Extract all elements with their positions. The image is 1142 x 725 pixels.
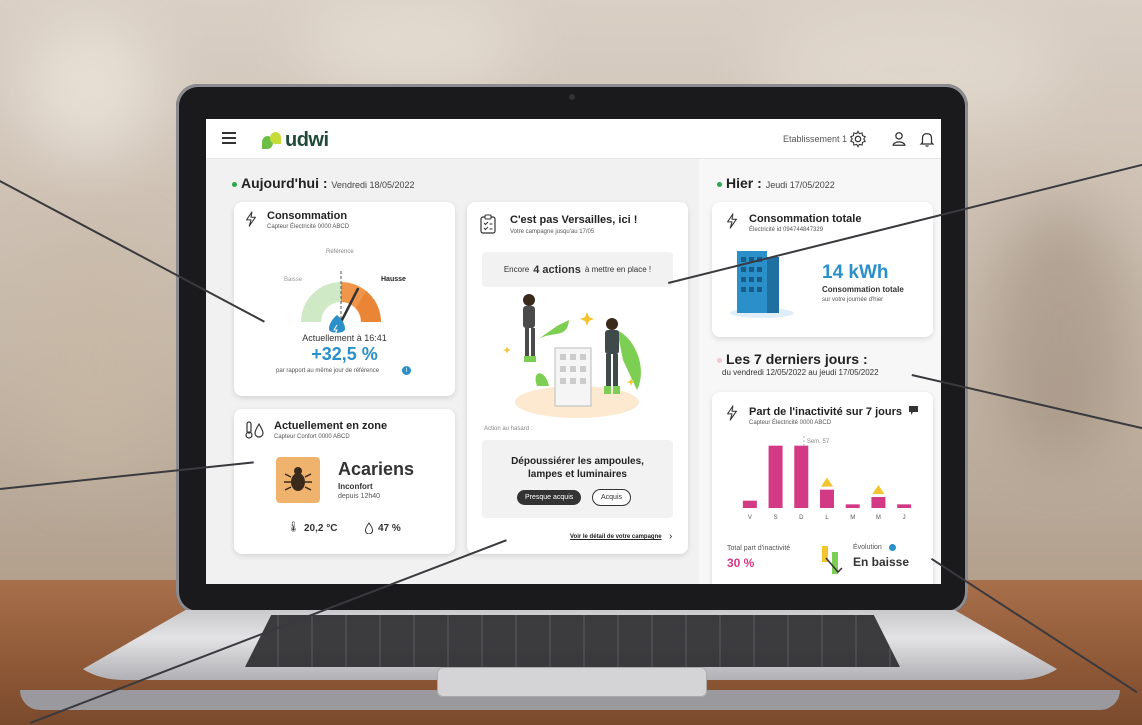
x-tick-label: L xyxy=(825,515,829,521)
actions-remaining-banner: Encore 4 actions à mettre en place ! xyxy=(482,252,673,287)
humidity-value: 47 % xyxy=(378,523,401,534)
zone-status: Inconfort xyxy=(338,482,373,491)
mite-alert-badge xyxy=(276,457,320,503)
bell-icon[interactable] xyxy=(918,130,936,148)
info-icon[interactable] xyxy=(889,544,896,551)
evolution-value: En baisse xyxy=(853,555,910,569)
consumption-gauge xyxy=(301,271,381,335)
inactivity-card[interactable]: Part de l'inactivité sur 7 jours Capteur… xyxy=(712,392,933,584)
campaign-card[interactable]: C'est pas Versailles, ici ! Votre campag… xyxy=(467,202,688,554)
chevron-right-icon[interactable]: › xyxy=(669,531,672,542)
warning-icon xyxy=(872,485,885,494)
gear-icon[interactable] xyxy=(849,130,867,148)
x-tick-label: D xyxy=(799,515,804,521)
brand-logo[interactable]: udwi xyxy=(262,129,329,152)
keyboard xyxy=(245,615,900,667)
campaign-title: C'est pas Versailles, ici ! xyxy=(510,214,638,226)
week-heading: Les 7 derniers jours : xyxy=(717,351,868,367)
total-kwh-value: 14 kWh xyxy=(822,262,889,283)
status-dot xyxy=(232,181,237,187)
zone-alert: Acariens xyxy=(338,459,415,479)
yesterday-heading: Hier : Jeudi 17/05/2022 xyxy=(717,175,835,191)
consumption-card[interactable]: Consommation Capteur Électricité 0000 AB… xyxy=(234,202,455,396)
week-range: du vendredi 12/05/2022 au jeudi 17/05/20… xyxy=(722,368,879,377)
card-sensor: Capteur Électricité 0000 ABCD xyxy=(749,420,832,426)
bar-l-3[interactable] xyxy=(820,489,834,508)
x-tick-label: M xyxy=(876,515,881,521)
actions-prefix: Encore xyxy=(503,265,530,274)
thermometer-icon: 🌡 xyxy=(287,522,300,533)
bar-m-5[interactable] xyxy=(871,497,886,508)
today-date: Vendredi 18/05/2022 xyxy=(331,180,415,190)
lightning-icon xyxy=(727,405,737,421)
campaign-subtitle: Votre campagne jusqu'au 17/05 xyxy=(510,229,595,235)
total-inactivity-label: Total part d'inactivité xyxy=(727,545,791,552)
inactivity-bar-chart: Sem. 57 V S D L M M J xyxy=(742,436,912,521)
card-sensor: Capteur Électricité 0000 ABCD xyxy=(267,224,350,230)
consumption-delta: +32,5 % xyxy=(311,344,378,364)
bar-s-1[interactable] xyxy=(768,445,783,508)
camera-icon xyxy=(569,94,575,100)
evolution-arrow-icon xyxy=(822,546,843,574)
total-consumption-card[interactable]: Consommation totale Électricité id 09474… xyxy=(712,202,933,337)
gauge-reference-label: Référence xyxy=(326,249,354,255)
user-icon[interactable] xyxy=(890,130,908,148)
consumption-note: par rapport au même jour de référence xyxy=(276,368,380,374)
humidity-drop-icon xyxy=(364,522,374,534)
total-kwh-label: Consommation totale xyxy=(822,285,904,294)
hamburger-icon[interactable] xyxy=(222,132,236,144)
x-tick-label: S xyxy=(774,515,778,521)
evolution-label: Évolution xyxy=(853,544,882,551)
comment-icon[interactable] xyxy=(908,405,919,416)
action-text-line2: lampes et luminaires xyxy=(528,469,627,480)
clipboard-checklist-icon xyxy=(480,214,496,234)
x-tick-label: V xyxy=(748,515,752,521)
card-title: Actuellement en zone xyxy=(274,420,388,432)
card-sensor: Capteur Confort 0000 ABCD xyxy=(274,434,350,440)
temperature-value: 20,2 °C xyxy=(304,523,338,534)
bar-d-2[interactable] xyxy=(794,445,809,508)
superheroes-illustration xyxy=(503,294,641,418)
random-action-box: Dépoussiérer les ampoules, lampes et lum… xyxy=(482,440,673,518)
bug-icon xyxy=(284,467,312,491)
campaign-detail-link[interactable]: Voir le détail de votre campagne xyxy=(570,534,662,540)
card-sensor: Électricité id 094744847329 xyxy=(749,227,824,233)
app-screen: udwi Etablissement 1 Aujourd'hui : Vendr… xyxy=(206,119,941,584)
zone-since: depuis 12h40 xyxy=(338,493,381,500)
total-inactivity-value: 30 % xyxy=(727,556,755,570)
leaf-logo-icon xyxy=(262,131,282,150)
warning-icon xyxy=(821,477,833,487)
info-icon[interactable]: i xyxy=(402,366,411,375)
card-title: Consommation totale xyxy=(749,213,862,225)
random-action-label: Action au hasard : xyxy=(484,426,533,432)
bar-v-0[interactable] xyxy=(742,500,757,508)
trackpad xyxy=(437,667,707,697)
week-marker-label: Sem. 57 xyxy=(807,439,830,445)
x-tick-label: M xyxy=(850,515,855,521)
top-bar: udwi Etablissement 1 xyxy=(206,119,941,159)
lightning-icon xyxy=(246,211,256,227)
total-kwh-sublabel: sur votre journée d'hier xyxy=(822,297,884,303)
acquired-button[interactable]: Acquis xyxy=(592,489,632,506)
establishment-selector[interactable]: Etablissement 1 xyxy=(783,134,847,144)
x-tick-label: J xyxy=(903,515,906,521)
brand-name: udwi xyxy=(285,129,329,151)
zone-card[interactable]: Actuellement en zone Capteur Confort 000… xyxy=(234,409,455,554)
bar-m-4[interactable] xyxy=(845,504,860,508)
status-dot xyxy=(717,357,722,363)
action-text-line1: Dépoussiérer les ampoules, xyxy=(511,456,644,467)
lightning-icon xyxy=(727,213,737,229)
card-title: Part de l'inactivité sur 7 jours xyxy=(749,406,903,418)
yesterday-date: Jeudi 17/05/2022 xyxy=(765,180,835,190)
actions-suffix: à mettre en place ! xyxy=(584,265,652,274)
gauge-time: Actuellement à 16:41 xyxy=(302,333,387,343)
bar-j-6[interactable] xyxy=(897,504,912,508)
thermometer-drop-icon xyxy=(245,421,264,439)
status-dot xyxy=(717,181,722,187)
today-heading: Aujourd'hui : Vendredi 18/05/2022 xyxy=(232,175,415,191)
almost-acquired-button[interactable]: Presque acquis xyxy=(517,490,582,505)
card-title: Consommation xyxy=(267,210,348,222)
actions-count: 4 actions xyxy=(533,263,581,276)
